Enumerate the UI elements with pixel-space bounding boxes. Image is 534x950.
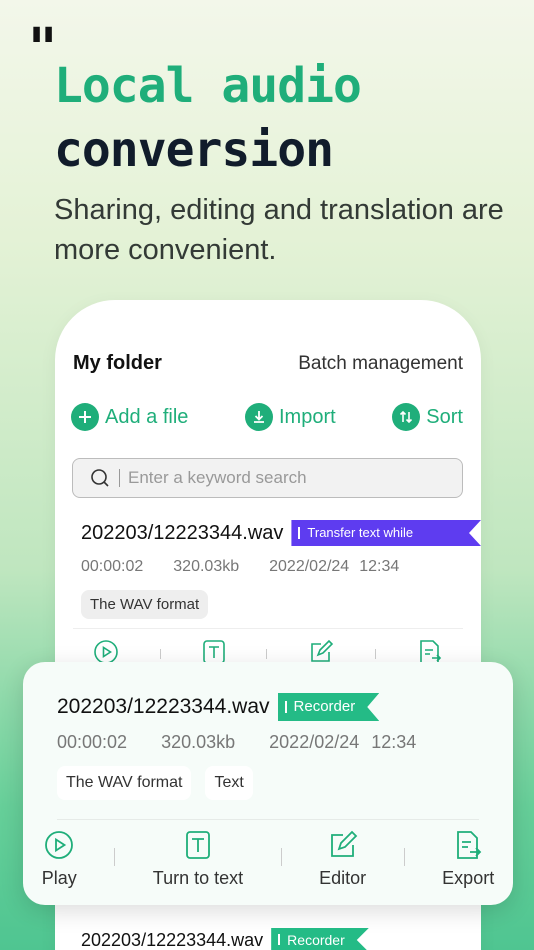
play-button[interactable]: Play [42,830,77,889]
headline: Local audio conversion [54,54,362,182]
export-button[interactable]: Export [442,830,494,889]
recording-filename: 202203/12223344.wav [57,695,270,718]
import-button[interactable]: Import [245,403,336,431]
divider [280,848,282,866]
edit-icon [330,830,357,857]
sort-icon [392,403,421,431]
turn-to-text-label: Turn to text [152,868,244,888]
recording-size: 320.03kb [173,558,240,575]
recording-duration: 00:00:02 [57,732,128,752]
recording-date: 2022/02/24 [269,558,350,575]
recording-card-highlighted[interactable]: 202203/12223344.wav Recorder 00:00:02 32… [23,662,513,905]
batch-management-button[interactable]: Batch management [298,353,463,375]
divider [57,819,479,820]
recording-item[interactable]: 202203/12223344.wav Recorder [81,928,369,950]
recording-filename: 202203/12223344.wav [81,521,284,544]
play-icon [45,831,74,859]
folder-title: My folder [73,352,162,374]
plus-icon [71,403,99,431]
headline-line1: Local audio [54,58,362,114]
play-label: Play [41,868,77,888]
divider [374,648,376,659]
folder-header: My folder Batch management [73,352,463,375]
recorder-tag: Recorder [271,928,369,950]
export-label: Export [442,868,495,888]
format-chip: The WAV format [57,766,192,800]
sort-button[interactable]: Sort [392,403,463,431]
quote-mark: " [28,17,57,82]
turn-to-text-button[interactable]: Turn to text [153,830,243,889]
divider [114,848,116,866]
search-input[interactable]: Enter a keyword search [72,458,463,498]
import-label: Import [279,405,336,428]
search-icon [91,469,109,487]
editor-button[interactable]: Editor [319,830,366,889]
format-chip: The WAV format [81,590,209,619]
text-chip: Text [205,766,253,800]
recording-duration: 00:00:02 [81,558,144,575]
divider [266,648,268,659]
recording-time: 12:34 [371,732,417,752]
divider [403,848,405,866]
editor-label: Editor [319,868,367,888]
recording-date: 2022/02/24 [269,732,360,752]
text-caret [119,469,120,487]
headline-line2: conversion [54,122,334,178]
export-icon [457,831,482,859]
recording-time: 12:34 [359,558,400,575]
recording-size: 320.03kb [161,732,236,752]
folder-actions: Add a file Import Sort [71,403,463,431]
recording-filename: 202203/12223344.wav [81,929,264,950]
add-file-label: Add a file [105,405,189,428]
divider [160,648,162,659]
download-icon [245,403,273,431]
card-action-bar: Play Turn to text Editor Export [23,830,513,889]
search-placeholder: Enter a keyword search [128,468,307,487]
add-file-button[interactable]: Add a file [71,403,188,431]
recording-item[interactable]: 202203/12223344.wav Transfer text while … [81,520,481,619]
sort-label: Sort [426,405,463,428]
recorder-tag: Recorder [278,693,380,721]
text-icon [186,831,210,859]
recording-tag: Transfer text while recording [291,520,481,546]
subtitle: Sharing, editing and translation are mor… [54,194,504,266]
